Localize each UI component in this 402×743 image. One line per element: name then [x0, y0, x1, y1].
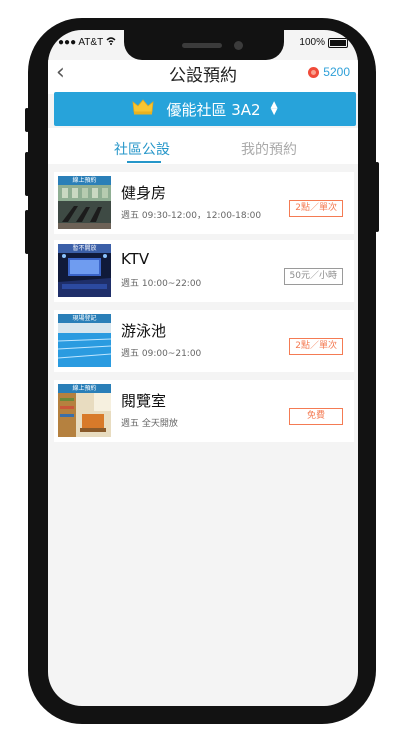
power-button [375, 162, 379, 232]
camera [234, 41, 243, 50]
points-balance[interactable]: 5200 [308, 65, 350, 79]
wifi-icon [106, 37, 116, 48]
facility-name: 閱覽室 [121, 392, 167, 410]
facility-tag: 現場登記 [58, 314, 111, 323]
facility-card-reading-room[interactable]: 線上預約 閱覽室 週五 全天開放 免費 [54, 380, 354, 442]
status-carrier: ●●● AT&T [58, 37, 116, 48]
facility-hours: 週五 09:00~21:00 [121, 349, 202, 359]
facility-name: KTV [121, 250, 150, 268]
crown-icon [132, 99, 154, 119]
facility-tag: 暫不開放 [58, 244, 111, 253]
facility-price: 2點／單次 [289, 200, 343, 217]
facility-tag: 線上預約 [58, 384, 111, 393]
screen: ●●● AT&T 100% ‹ 公設預約 5200 優能社區 3A2 ▲ ▼ 社… [48, 30, 358, 706]
facility-tag: 線上預約 [58, 176, 111, 185]
points-value: 5200 [323, 65, 350, 79]
volume-down-button [25, 210, 29, 254]
speaker [182, 43, 222, 48]
facility-name: 健身房 [121, 184, 167, 202]
notch [124, 30, 284, 60]
reading-room-thumbnail: 線上預約 [58, 384, 111, 437]
battery-icon [328, 37, 348, 48]
facility-hours: 週五 全天開放 [121, 419, 178, 429]
tab-community-facilities[interactable]: 社區公設 [114, 139, 170, 159]
facility-hours: 週五 10:00~22:00 [121, 279, 202, 289]
facility-card-ktv[interactable]: 暫不開放 KTV 週五 10:00~22:00 50元／小時 [54, 240, 354, 302]
facility-card-gym[interactable]: 線上預約 健身房 週五 09:30-12:00，12:00-18:00 2點／單… [54, 172, 354, 234]
facility-card-pool[interactable]: 現場登記 游泳池 週五 09:00~21:00 2點／單次 [54, 310, 354, 372]
ktv-thumbnail: 暫不開放 [58, 244, 111, 297]
facility-hours: 週五 09:30-12:00，12:00-18:00 [121, 211, 262, 221]
community-selector[interactable]: 優能社區 3A2 ▲ ▼ [54, 92, 356, 126]
pool-thumbnail: 現場登記 [58, 314, 111, 367]
volume-up-button [25, 152, 29, 196]
battery-text: 100% [299, 37, 325, 48]
facility-price: 50元／小時 [283, 268, 343, 285]
tab-my-reservations[interactable]: 我的預約 [241, 139, 297, 159]
sort-icon: ▲ ▼ [270, 100, 278, 117]
mute-switch [25, 108, 29, 132]
coin-icon [308, 66, 320, 78]
carrier-text: AT&T [78, 37, 103, 48]
community-name: 優能社區 3A2 [166, 100, 261, 119]
facility-price: 2點／單次 [289, 338, 343, 355]
tab-bar: 社區公設 我的預約 [48, 128, 358, 164]
navigation-bar: ‹ 公設預約 5200 [48, 60, 358, 94]
facility-name: 游泳池 [121, 322, 167, 340]
active-tab-indicator [127, 161, 161, 163]
status-battery: 100% [299, 37, 348, 48]
gym-thumbnail: 線上預約 [58, 176, 111, 229]
facility-price: 免費 [289, 408, 343, 425]
signal-icon: ●●● [58, 37, 77, 48]
